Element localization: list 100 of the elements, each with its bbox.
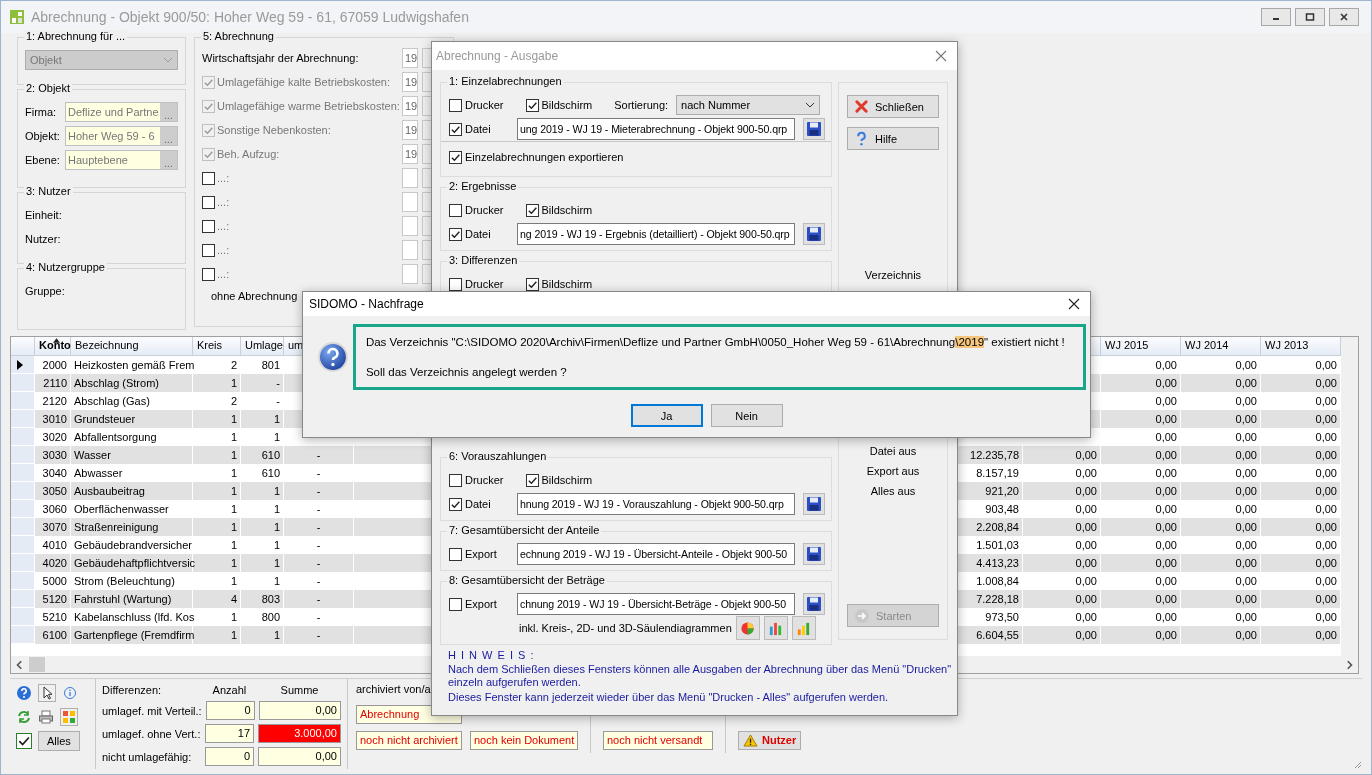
table-cell: 1 xyxy=(273,413,280,425)
table-cell: 2110 xyxy=(43,377,67,389)
table-cell: - xyxy=(316,539,321,551)
row-label: Umlagefähige kalte Betriebskosten: xyxy=(217,76,392,88)
row-label: Sonstige Nebenkosten: xyxy=(217,124,332,136)
field-label: Ebene: xyxy=(25,153,61,166)
table-cell: 0,00 xyxy=(1155,467,1177,479)
table-cell: - xyxy=(276,395,280,407)
status-field: noch nicht archiviert xyxy=(356,730,462,750)
table-cell: Kabelanschluss (lfd. Kos xyxy=(74,611,195,623)
table-cell: - xyxy=(316,521,321,533)
table-cell: 0,00 xyxy=(1075,503,1097,515)
table-cell: - xyxy=(316,629,321,641)
sort-label: Sortierung: xyxy=(614,99,669,111)
table-cell: 0,00 xyxy=(1315,503,1337,515)
table-cell: 0,00 xyxy=(1155,413,1177,425)
table-cell: 5000 xyxy=(42,575,67,587)
table-cell: Abschlag (Gas) xyxy=(74,395,150,407)
table-cell: 1 xyxy=(273,485,280,497)
table-cell: 1 xyxy=(230,467,237,479)
table-cell: 0,00 xyxy=(1075,485,1097,497)
checkbox-label: Bildschirm xyxy=(541,99,593,111)
table-cell: 0,00 xyxy=(1155,449,1177,461)
table-cell: 6.604,55 xyxy=(976,629,1019,641)
table-cell: 610 xyxy=(261,449,280,461)
table-cell: 0,00 xyxy=(1235,449,1257,461)
table-cell: 3050 xyxy=(42,485,67,497)
dialog-title: Abrechnung - Ausgabe xyxy=(436,49,559,63)
field-label: Einheit: xyxy=(25,208,63,224)
column-header: Summe xyxy=(279,684,320,696)
row-label: Wirtschaftsjahr der Abrechnung: xyxy=(202,52,360,64)
table-cell: 0,00 xyxy=(1075,611,1097,623)
table-cell: 5120 xyxy=(42,593,67,605)
field-label: Objekt: xyxy=(25,129,61,142)
table-cell: 973,50 xyxy=(985,611,1019,623)
table-cell: 0,00 xyxy=(1155,503,1177,515)
table-cell: 0,00 xyxy=(1315,593,1337,605)
group-title: 1: Abrechnung für ... xyxy=(24,30,128,42)
group-title: 4: Nutzergruppe xyxy=(24,261,107,274)
group-title: 1: Einzelabrechnungen xyxy=(447,75,564,87)
checkbox-label: Export xyxy=(465,548,497,560)
table-cell: Wasser xyxy=(74,449,111,461)
table-cell: 4.413,23 xyxy=(976,557,1019,569)
table-cell: 1 xyxy=(230,539,237,551)
table-cell: 0,00 xyxy=(1155,485,1177,497)
table-cell: 0,00 xyxy=(1315,467,1337,479)
table-cell: 4020 xyxy=(42,557,67,569)
row-label: ...: xyxy=(217,172,231,184)
table-cell: 1 xyxy=(273,431,280,443)
row-label: ...: xyxy=(217,268,231,280)
table-cell: 1 xyxy=(230,629,237,641)
table-cell: 0,00 xyxy=(1235,557,1257,569)
status-field: noch nicht versandt xyxy=(603,730,713,750)
table-cell: 1 xyxy=(230,485,237,497)
count-field: 17 xyxy=(204,724,255,743)
table-cell: 610 xyxy=(261,467,280,479)
table-cell: 801 xyxy=(261,359,280,371)
table-cell: 0,00 xyxy=(1235,611,1257,623)
group-title: 2: Ergebnisse xyxy=(447,180,519,192)
table-cell: 0,00 xyxy=(1315,485,1337,497)
note-text: Dieses Fenster kann jederzeit wieder über das Menü "Drucken - Alles" aufgerufen werden. xyxy=(448,691,890,704)
table-cell: - xyxy=(316,467,321,479)
checkbox-label: Datei xyxy=(465,228,491,240)
table-cell: 0,00 xyxy=(1235,503,1257,515)
row-label: Beh. Aufzug: xyxy=(217,148,281,160)
table-cell: 0,00 xyxy=(1075,557,1097,569)
column-header: Anzahl xyxy=(211,684,248,696)
row-label: umlagef. ohne Vert.: xyxy=(102,727,201,740)
table-cell: 1 xyxy=(273,629,280,641)
group-title: 7: Gesamtübersicht der Anteile xyxy=(447,524,602,536)
table-cell: 0,00 xyxy=(1315,611,1337,623)
table-cell: 0,00 xyxy=(1315,359,1337,371)
table-cell: - xyxy=(316,611,321,623)
table-cell: 1 xyxy=(273,539,280,551)
table-cell: 0,00 xyxy=(1315,521,1337,533)
table-cell: 0,00 xyxy=(1075,575,1097,587)
checkbox-label: Export xyxy=(465,598,497,610)
table-cell: Gebäudehaftpflichtversic xyxy=(74,557,196,569)
table-cell: 2 xyxy=(230,395,237,407)
table-cell: 0,00 xyxy=(1155,377,1177,389)
table-cell: - xyxy=(316,557,321,569)
table-cell: 0,00 xyxy=(1315,629,1337,641)
table-cell: 0,00 xyxy=(1315,431,1337,443)
table-cell: 0,00 xyxy=(1235,413,1257,425)
table-cell: 0,00 xyxy=(1235,395,1257,407)
table-cell: 1 xyxy=(230,521,237,533)
table-cell: 1 xyxy=(230,611,237,623)
checkbox-label: Bildschirm xyxy=(541,278,593,290)
table-cell: 3060 xyxy=(42,503,67,515)
table-cell: 1 xyxy=(230,413,237,425)
table-cell: 0,00 xyxy=(1315,395,1337,407)
window-title: Abrechnung - Objekt 900/50: Hoher Weg 59 - 61, 67059 Ludwigshafen xyxy=(31,9,469,25)
group-title: 5: Abrechnung xyxy=(201,30,276,42)
table-cell: 0,00 xyxy=(1235,539,1257,551)
row-label: ...: xyxy=(217,220,231,232)
table-cell: Abschlag (Strom) xyxy=(74,377,159,389)
checkbox-label: Datei xyxy=(465,498,491,510)
table-cell: Oberflächenwasser xyxy=(74,503,169,515)
table-cell: 0,00 xyxy=(1075,593,1097,605)
table-cell: 0,00 xyxy=(1235,593,1257,605)
